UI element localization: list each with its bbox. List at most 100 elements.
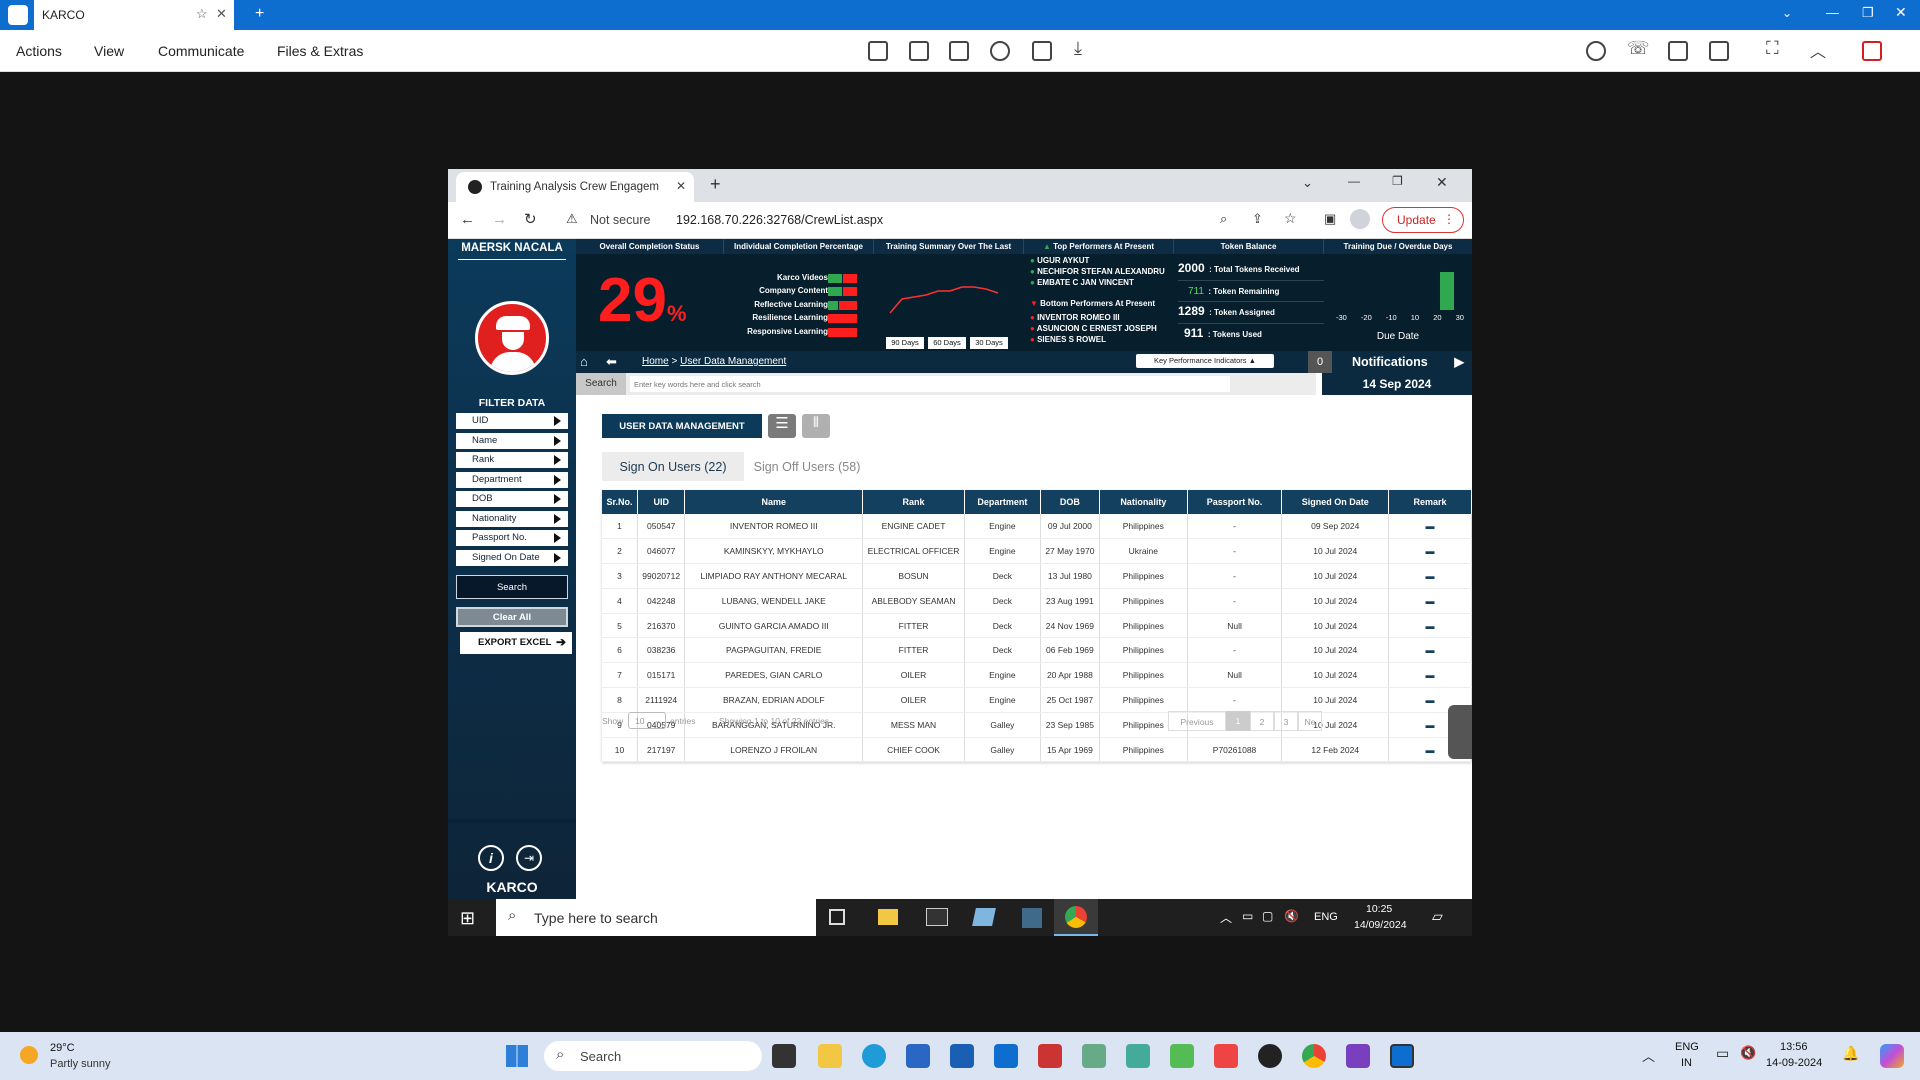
bookmark-star-icon[interactable]: ☆ xyxy=(1284,210,1297,227)
tray-chevron-icon[interactable]: ︿ xyxy=(1220,909,1232,926)
host-time[interactable]: 13:56 xyxy=(1780,1041,1808,1053)
app-icon[interactable] xyxy=(1170,1044,1194,1068)
kpi-toggle-button[interactable]: Key Performance Indicators ▲ xyxy=(1136,354,1274,368)
user-data-management-button[interactable]: USER DATA MANAGEMENT xyxy=(602,414,762,438)
not-secure-label[interactable]: Not secure xyxy=(590,213,650,227)
filter-name[interactable]: Name xyxy=(456,433,568,449)
clear-all-button[interactable]: Clear All xyxy=(456,607,568,627)
host-lang-2[interactable]: IN xyxy=(1681,1057,1692,1069)
table-row[interactable]: 8 2111924 BRAZAN, EDRIAN ADOLF OILER Engine 2… xyxy=(602,687,1472,713)
close-window-icon[interactable]: ✕ xyxy=(1895,4,1907,21)
page-2-button[interactable]: 2 xyxy=(1250,711,1274,731)
remote-time[interactable]: 10:25 xyxy=(1366,903,1392,915)
file-explorer-icon[interactable] xyxy=(878,909,898,925)
restore-icon[interactable]: ❐ xyxy=(1862,5,1874,21)
app-icon[interactable] xyxy=(1126,1044,1150,1068)
notification-count[interactable]: 0 xyxy=(1308,351,1332,373)
teamviewer-tab[interactable]: KARCO ☆ ✕ xyxy=(34,0,234,30)
tab-sign-off-users[interactable]: Sign Off Users (58) xyxy=(744,452,870,481)
notification-center-icon[interactable]: ▱ xyxy=(1432,908,1443,925)
restore-icon[interactable]: ❐ xyxy=(1392,174,1403,188)
summary-30-button[interactable]: 30 Days xyxy=(970,337,1008,349)
host-search-box[interactable]: ⌕ Search xyxy=(544,1041,762,1071)
app-icon[interactable] xyxy=(1038,1044,1062,1068)
summary-60-button[interactable]: 60 Days xyxy=(928,337,966,349)
column-header[interactable]: Name xyxy=(684,490,864,514)
zoom-icon[interactable]: ⌕ xyxy=(1220,211,1227,227)
file-transfer-icon[interactable] xyxy=(949,41,969,61)
app-icon[interactable] xyxy=(972,908,996,926)
screenshot-icon[interactable] xyxy=(1709,41,1729,61)
task-view-icon[interactable] xyxy=(772,1044,796,1068)
crumb-current[interactable]: User Data Management xyxy=(680,356,786,367)
minimize-icon[interactable]: — xyxy=(1348,174,1360,188)
close-window-icon[interactable]: ✕ xyxy=(1436,174,1448,191)
filter-department[interactable]: Department xyxy=(456,472,568,488)
fullscreen-icon[interactable]: ⛶ xyxy=(1766,38,1779,59)
column-header[interactable]: Signed On Date xyxy=(1281,490,1390,514)
table-row[interactable]: 6 038236 PAGPAGUITAN, FREDIE FITTER Deck 06 F… xyxy=(602,637,1472,664)
download-icon[interactable]: ⤓ xyxy=(1074,38,1082,59)
remark-comment-icon[interactable]: ▬ xyxy=(1426,621,1435,631)
teamviewer-icon[interactable] xyxy=(994,1044,1018,1068)
filter-uid[interactable]: UID xyxy=(456,413,568,429)
chat-icon[interactable] xyxy=(1586,41,1606,61)
remark-comment-icon[interactable]: ▬ xyxy=(1426,596,1435,606)
tray-network-icon[interactable]: ▭ xyxy=(1242,909,1253,923)
star-icon[interactable]: ☆ xyxy=(196,6,208,22)
teamviewer-floating-handle[interactable] xyxy=(1448,705,1472,759)
update-button[interactable]: Update ⋮ xyxy=(1382,207,1464,233)
table-row[interactable]: 1 050547 INVENTOR ROMEO III ENGINE CADET Eng… xyxy=(602,514,1472,540)
dashboard-icon[interactable] xyxy=(868,41,888,61)
back-arrow-icon[interactable]: ⬅ xyxy=(606,354,617,370)
windows-start-icon[interactable]: ⊞ xyxy=(460,908,475,929)
app-icon[interactable] xyxy=(1022,908,1042,928)
list-view-icon[interactable]: ☰ xyxy=(768,414,796,438)
column-header[interactable]: DOB xyxy=(1040,490,1101,514)
file-explorer-icon[interactable] xyxy=(818,1044,842,1068)
search-input[interactable] xyxy=(630,376,1230,392)
task-view-icon[interactable] xyxy=(829,909,845,925)
menu-communicate[interactable]: Communicate xyxy=(158,43,244,59)
table-row[interactable]: 4 042248 LUBANG, WENDELL JAKE ABLEBODY SEAM… xyxy=(602,588,1472,614)
whiteboard-icon[interactable] xyxy=(1668,41,1688,61)
filter-rank[interactable]: Rank xyxy=(456,452,568,468)
previous-button[interactable]: Previous xyxy=(1168,711,1226,731)
side-panel-icon[interactable]: ▣ xyxy=(1324,211,1336,227)
tab-sign-on-users[interactable]: Sign On Users (22) xyxy=(602,452,744,481)
tray-display-icon[interactable]: ▢ xyxy=(1262,909,1273,923)
info-icon[interactable]: i xyxy=(478,845,504,871)
table-row[interactable]: 2 046077 KAMINSKYY, MYKHAYLO ELECTRICAL OFF… xyxy=(602,538,1472,565)
grid-view-icon[interactable]: ⦀ xyxy=(802,414,830,438)
visual-studio-icon[interactable] xyxy=(1346,1044,1370,1068)
app-icon[interactable] xyxy=(1258,1044,1282,1068)
remote-control-icon[interactable] xyxy=(909,41,929,61)
home-icon[interactable]: ⌂ xyxy=(580,354,588,369)
remark-comment-icon[interactable]: ▬ xyxy=(1426,571,1435,581)
next-button[interactable]: Ne xyxy=(1298,711,1322,731)
filter-nationality[interactable]: Nationality xyxy=(456,511,568,527)
column-header[interactable]: Rank xyxy=(862,490,965,514)
back-icon[interactable]: ← xyxy=(460,211,475,228)
remark-comment-icon[interactable]: ▬ xyxy=(1426,695,1435,705)
terminal-icon[interactable] xyxy=(926,908,948,926)
collapse-icon[interactable]: ︿ xyxy=(1810,38,1826,62)
filter-signed-on-date[interactable]: Signed On Date xyxy=(456,550,568,566)
app-icon[interactable] xyxy=(1214,1044,1238,1068)
outlook-icon[interactable] xyxy=(950,1044,974,1068)
windows-start-icon[interactable] xyxy=(506,1045,528,1067)
weather-desc[interactable]: Partly sunny xyxy=(50,1058,111,1070)
table-row[interactable]: 10 217197 LORENZO J FROILAN CHIEF COOK Galle… xyxy=(602,737,1472,763)
column-header[interactable]: Passport No. xyxy=(1187,490,1283,514)
teamviewer-active-icon[interactable] xyxy=(1390,1044,1414,1068)
remote-search-box[interactable]: ⌕ Type here to search xyxy=(496,899,816,936)
share-icon[interactable]: ⇪ xyxy=(1252,211,1263,227)
screen-off-icon[interactable] xyxy=(1032,41,1052,61)
remark-comment-icon[interactable]: ▬ xyxy=(1426,645,1435,655)
edge-icon[interactable] xyxy=(862,1044,886,1068)
store-icon[interactable] xyxy=(906,1044,930,1068)
remark-comment-icon[interactable]: ▬ xyxy=(1426,546,1435,556)
filter-dob[interactable]: DOB xyxy=(456,491,568,507)
profile-icon[interactable] xyxy=(1350,209,1370,229)
menu-files-extras[interactable]: Files & Extras xyxy=(277,43,363,59)
